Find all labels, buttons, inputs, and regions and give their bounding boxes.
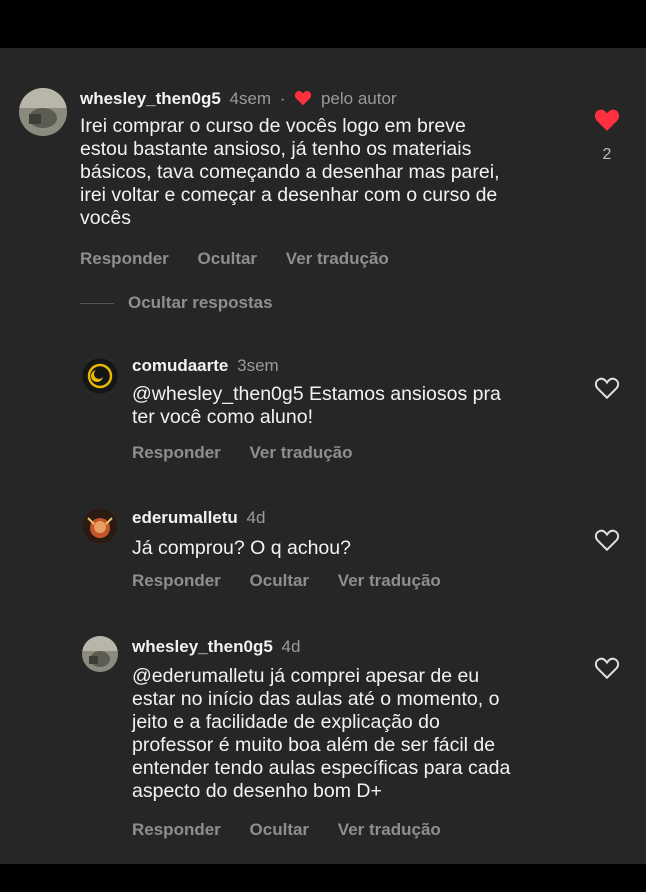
see-translation-button[interactable]: Ver tradução	[250, 443, 353, 462]
comments-panel: whesley_then0g5 4sem · pelo autor Irei c…	[0, 48, 646, 864]
comment-time: 4d	[246, 508, 266, 527]
hide-button[interactable]: Ocultar	[198, 249, 258, 268]
comment-time: 4d	[281, 637, 301, 656]
heart-small-icon	[294, 90, 312, 112]
avatar[interactable]	[82, 636, 118, 672]
comment-header: whesley_then0g5 4sem · pelo autor	[80, 88, 397, 112]
comment-text: @whesley_then0g5 Estamos ansiosos pra te…	[132, 383, 501, 428]
hide-replies-button[interactable]: Ocultar respostas	[80, 293, 273, 313]
see-translation-button[interactable]: Ver tradução	[286, 249, 389, 268]
like-count: 2	[602, 146, 612, 163]
comment-time: 4sem	[229, 89, 272, 108]
reply-button[interactable]: Responder	[132, 820, 221, 839]
liked-by-author-label: pelo autor	[320, 89, 397, 108]
reply-button[interactable]: Responder	[132, 571, 221, 590]
heart-filled-icon[interactable]	[594, 108, 620, 132]
comment-header: comudaarte 3sem	[132, 355, 279, 377]
comment-header: ederumalletu 4d	[132, 507, 265, 529]
avatar[interactable]	[82, 508, 118, 544]
hide-button[interactable]: Ocultar	[250, 571, 310, 590]
see-translation-button[interactable]: Ver tradução	[338, 820, 441, 839]
hide-replies-label: Ocultar respostas	[128, 293, 273, 312]
see-translation-button[interactable]: Ver tradução	[338, 571, 441, 590]
reply-button[interactable]: Responder	[132, 443, 221, 462]
heart-outline-icon[interactable]	[594, 656, 620, 680]
comment-text: Irei comprar o curso de vocês logo em br…	[80, 115, 500, 229]
comment-header: whesley_then0g5 4d	[132, 636, 300, 658]
comment-actions: Responder Ocultar Ver tradução	[132, 820, 465, 840]
comment-text: @ederumalletu já comprei apesar de eu es…	[132, 665, 511, 802]
hide-button[interactable]: Ocultar	[250, 820, 310, 839]
divider	[80, 302, 114, 304]
reply-button[interactable]: Responder	[80, 249, 169, 268]
comment-text: Já comprou? O q achou?	[132, 537, 351, 559]
comment-actions: Responder Ver tradução	[132, 443, 377, 463]
username[interactable]: comudaarte	[132, 356, 228, 375]
heart-outline-icon[interactable]	[594, 376, 620, 400]
comment-actions: Responder Ocultar Ver tradução	[132, 571, 465, 591]
comment-time: 3sem	[237, 356, 279, 375]
separator-dot: ·	[279, 89, 286, 108]
heart-outline-icon[interactable]	[594, 528, 620, 552]
username[interactable]: whesley_then0g5	[80, 89, 221, 108]
username[interactable]: ederumalletu	[132, 508, 238, 527]
comment-actions: Responder Ocultar Ver tradução	[80, 249, 413, 269]
username[interactable]: whesley_then0g5	[132, 637, 273, 656]
avatar[interactable]	[19, 88, 67, 136]
avatar[interactable]	[82, 358, 118, 394]
